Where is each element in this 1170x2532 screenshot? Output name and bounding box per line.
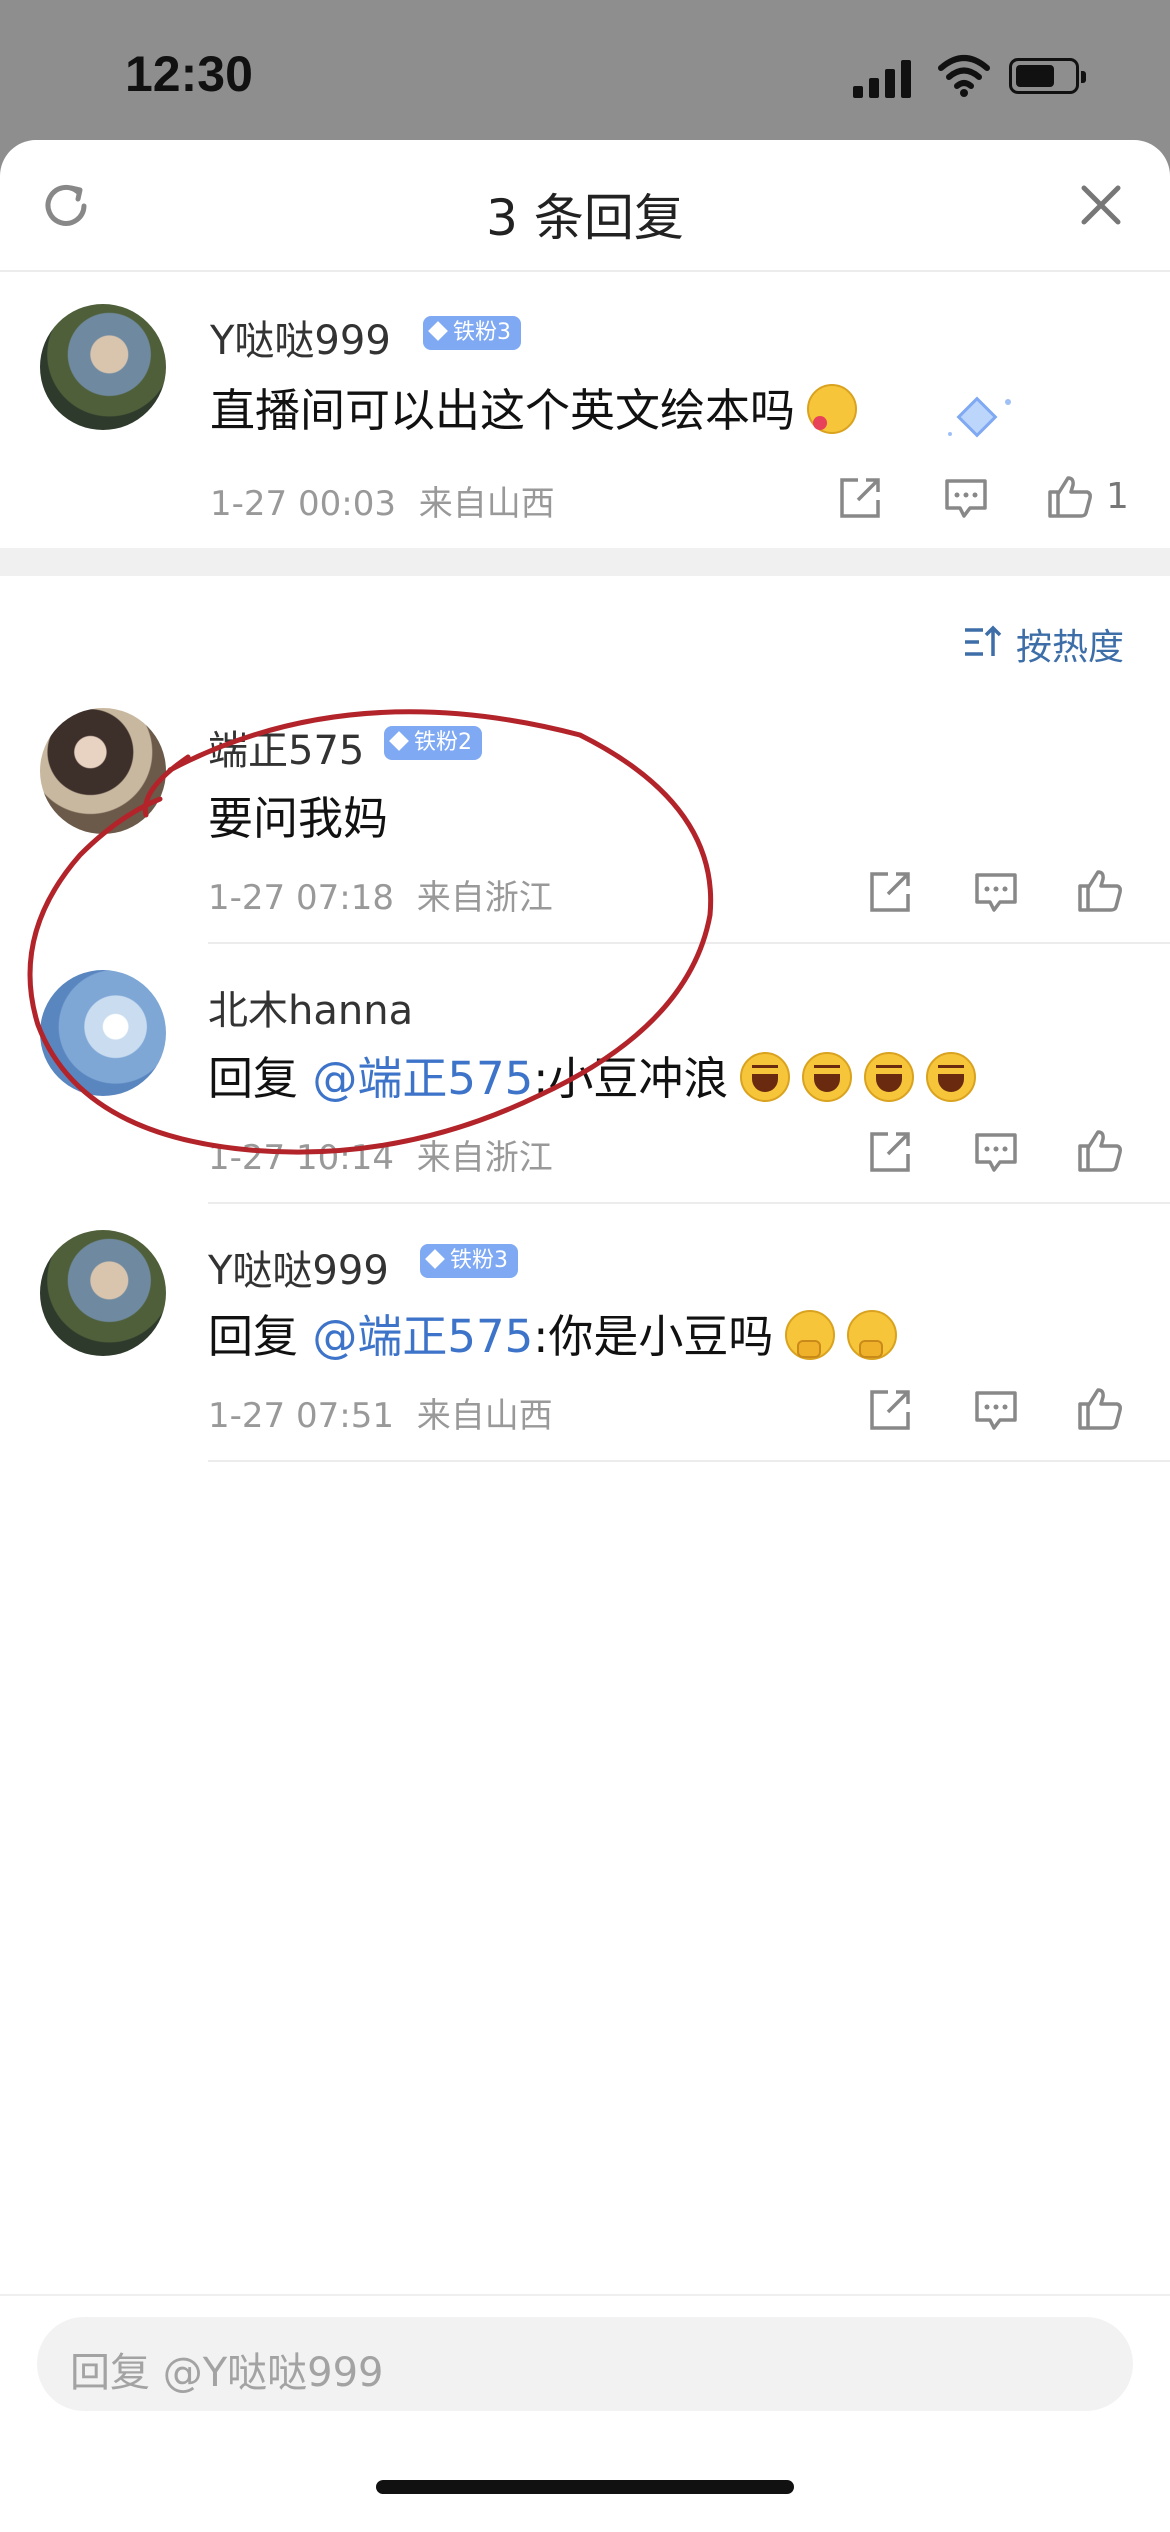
sparkle-diamond-icon: [948, 396, 1011, 438]
comment-icon[interactable]: [972, 1386, 1020, 1434]
reply-text: 回复 @端正575:你是小豆吗: [208, 1300, 898, 1365]
laugh-emoji-icon: [802, 1052, 853, 1102]
red-annotation-circle: [27, 709, 714, 1155]
cellular-signal-icon: [853, 58, 915, 98]
replies-sheet: 3 条回复 Y哒哒999 铁粉3 直播间可以出这个英文绘本吗 1-27 00:0…: [0, 140, 1170, 2532]
laugh-emoji-icon: [926, 1052, 977, 1102]
comment-meta: 1-27 00:03 来自山西: [210, 484, 555, 524]
status-bar: 12:30: [0, 0, 1170, 140]
share-icon[interactable]: [866, 1128, 914, 1176]
mention-link[interactable]: @端正575: [312, 1310, 533, 1363]
wifi-icon: [938, 55, 990, 97]
thinking-emoji-icon: [785, 1310, 836, 1360]
battery-icon: [1009, 58, 1086, 94]
avatar[interactable]: [40, 1230, 166, 1356]
like-count: 1: [1106, 476, 1129, 517]
avatar[interactable]: [40, 304, 166, 430]
thinking-emoji-icon: [847, 1310, 898, 1360]
comment-icon[interactable]: [972, 1128, 1020, 1176]
comment-text: 直播间可以出这个英文绘本吗: [210, 374, 858, 439]
sheet-header: 3 条回复: [0, 140, 1170, 272]
share-icon[interactable]: [866, 868, 914, 916]
like-icon[interactable]: [1046, 472, 1094, 520]
page-title: 3 条回复: [486, 189, 684, 247]
sort-icon[interactable]: [963, 624, 1003, 660]
like-icon[interactable]: [1076, 866, 1124, 914]
divider: [208, 1202, 1170, 1204]
reply-author[interactable]: Y哒哒999: [208, 1238, 389, 1296]
share-icon[interactable]: [866, 1386, 914, 1434]
like-icon[interactable]: [1076, 1384, 1124, 1432]
like-icon[interactable]: [1076, 1126, 1124, 1174]
divider: [208, 1460, 1170, 1462]
share-icon[interactable]: [836, 474, 884, 522]
comment-author[interactable]: Y哒哒999: [210, 308, 391, 366]
status-time: 12:30: [125, 46, 253, 102]
close-icon[interactable]: [1076, 180, 1126, 230]
laugh-emoji-icon: [864, 1052, 915, 1102]
section-divider: [0, 548, 1170, 576]
comment-icon[interactable]: [972, 868, 1020, 916]
kiss-emoji-icon: [807, 384, 858, 434]
fan-badge: 铁粉3: [420, 1244, 518, 1278]
sort-by-popularity-button[interactable]: 按热度: [1016, 618, 1124, 670]
fan-badge: 铁粉3: [423, 316, 521, 350]
laugh-emoji-icon: [740, 1052, 791, 1102]
comment-icon[interactable]: [942, 474, 990, 522]
reply-input-placeholder: 回复 @Y哒哒999: [70, 2350, 384, 2396]
home-indicator[interactable]: [376, 2480, 794, 2494]
reply-meta: 1-27 07:51 来自山西: [208, 1396, 553, 1436]
